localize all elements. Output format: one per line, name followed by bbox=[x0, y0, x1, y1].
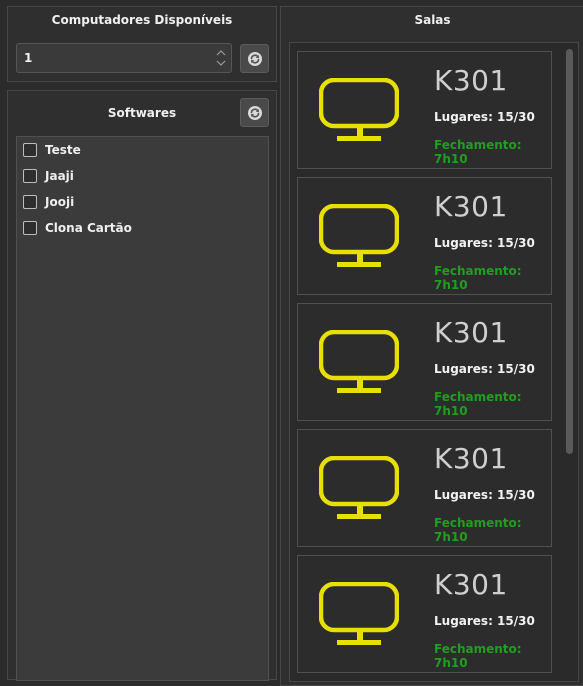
room-card[interactable]: K301 Lugares: 15/30 Fechamento: 7h10 bbox=[297, 555, 552, 673]
monitor-icon bbox=[318, 329, 400, 398]
software-label: Jooji bbox=[45, 195, 75, 209]
room-seats: Lugares: 15/30 bbox=[434, 362, 535, 376]
rooms-scrollbar-thumb[interactable] bbox=[566, 49, 573, 454]
software-checkbox[interactable] bbox=[23, 169, 37, 183]
software-item-clona-cartao[interactable]: Clona Cartão bbox=[23, 219, 132, 237]
rooms-scroll-area[interactable]: K301 Lugares: 15/30 Fechamento: 7h10 K30… bbox=[289, 42, 579, 682]
room-closing-time: Fechamento: 7h10 bbox=[434, 138, 522, 166]
software-label: Teste bbox=[45, 143, 81, 157]
chevron-up-down-icon[interactable] bbox=[215, 46, 227, 70]
computers-spinbox-value[interactable]: 1 bbox=[24, 51, 32, 65]
software-label: Clona Cartão bbox=[45, 221, 132, 235]
room-name: K301 bbox=[434, 190, 508, 223]
software-item-jooji[interactable]: Jooji bbox=[23, 193, 74, 211]
room-card[interactable]: K301 Lugares: 15/30 Fechamento: 7h10 bbox=[297, 303, 552, 421]
monitor-icon bbox=[318, 77, 400, 146]
softwares-list[interactable]: Teste Jaaji Jooji Clona Cartão bbox=[16, 136, 269, 681]
room-seats: Lugares: 15/30 bbox=[434, 110, 535, 124]
computers-spinbox[interactable]: 1 bbox=[16, 43, 232, 73]
rooms-title: Salas bbox=[414, 13, 451, 27]
room-card[interactable]: K301 Lugares: 15/30 Fechamento: 7h10 bbox=[297, 51, 552, 169]
refresh-icon bbox=[247, 105, 262, 120]
room-card[interactable]: K301 Lugares: 15/30 Fechamento: 7h10 bbox=[297, 429, 552, 547]
computers-refresh-button[interactable] bbox=[240, 44, 269, 73]
rooms-panel: Salas K301 Lugares: 15/30 Fechamento: 7h… bbox=[280, 6, 583, 686]
room-closing-time: Fechamento: 7h10 bbox=[434, 642, 522, 670]
rooms-scrollbar[interactable] bbox=[566, 49, 574, 679]
software-label: Jaaji bbox=[45, 169, 74, 183]
room-seats: Lugares: 15/30 bbox=[434, 236, 535, 250]
room-seats: Lugares: 15/30 bbox=[434, 488, 535, 502]
room-closing-time: Fechamento: 7h10 bbox=[434, 516, 522, 544]
room-name: K301 bbox=[434, 64, 508, 97]
software-checkbox[interactable] bbox=[23, 143, 37, 157]
monitor-icon bbox=[318, 581, 400, 650]
room-name: K301 bbox=[434, 568, 508, 601]
room-closing-time: Fechamento: 7h10 bbox=[434, 390, 522, 418]
software-checkbox[interactable] bbox=[23, 221, 37, 235]
software-checkbox[interactable] bbox=[23, 195, 37, 209]
computers-panel: Computadores Disponíveis 1 bbox=[7, 6, 277, 82]
computers-title: Computadores Disponíveis bbox=[51, 13, 233, 27]
room-name: K301 bbox=[434, 316, 508, 349]
monitor-icon bbox=[318, 203, 400, 272]
refresh-icon bbox=[247, 51, 262, 66]
softwares-panel: Softwares Teste Jaaji Jooji Clona Cartão bbox=[7, 90, 277, 681]
softwares-refresh-button[interactable] bbox=[240, 98, 269, 127]
room-closing-time: Fechamento: 7h10 bbox=[434, 264, 522, 292]
room-name: K301 bbox=[434, 442, 508, 475]
room-card[interactable]: K301 Lugares: 15/30 Fechamento: 7h10 bbox=[297, 177, 552, 295]
spin-arrows[interactable] bbox=[215, 46, 227, 70]
software-item-jaaji[interactable]: Jaaji bbox=[23, 167, 74, 185]
software-item-teste[interactable]: Teste bbox=[23, 141, 81, 159]
room-seats: Lugares: 15/30 bbox=[434, 614, 535, 628]
softwares-title: Softwares bbox=[107, 106, 177, 120]
monitor-icon bbox=[318, 455, 400, 524]
